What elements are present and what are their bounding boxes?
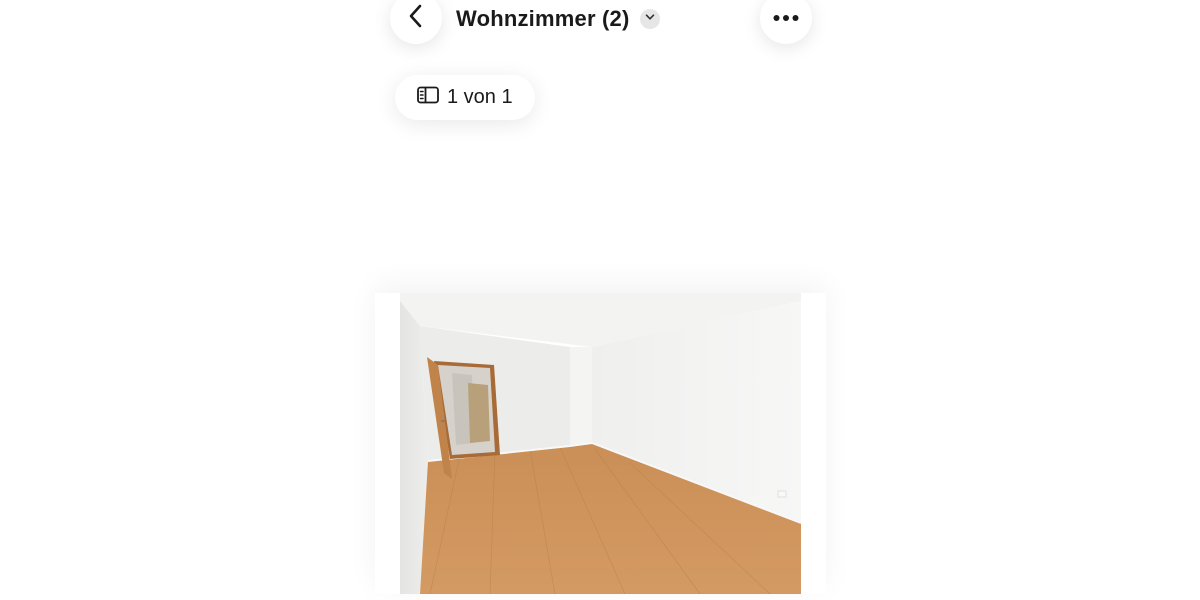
page-title: Wohnzimmer (2) <box>456 6 630 31</box>
photo-viewer-screen: Wohnzimmer (2) 1 von 1 <box>372 0 830 600</box>
title-selector[interactable]: Wohnzimmer (2) <box>456 0 660 38</box>
sidebar-panel-icon <box>417 86 439 109</box>
room-photo[interactable] <box>400 293 801 594</box>
photo-counter-button[interactable]: 1 von 1 <box>395 75 535 120</box>
photo-counter-label: 1 von 1 <box>447 86 513 108</box>
more-horizontal-icon <box>773 9 799 27</box>
chevron-down-icon <box>644 10 656 28</box>
viewport: Wohnzimmer (2) 1 von 1 <box>0 0 1200 600</box>
back-button[interactable] <box>390 0 442 44</box>
chevron-left-icon <box>405 3 427 34</box>
photo-card <box>375 293 826 594</box>
dropdown-toggle[interactable] <box>639 9 660 29</box>
more-options-button[interactable] <box>760 0 812 44</box>
